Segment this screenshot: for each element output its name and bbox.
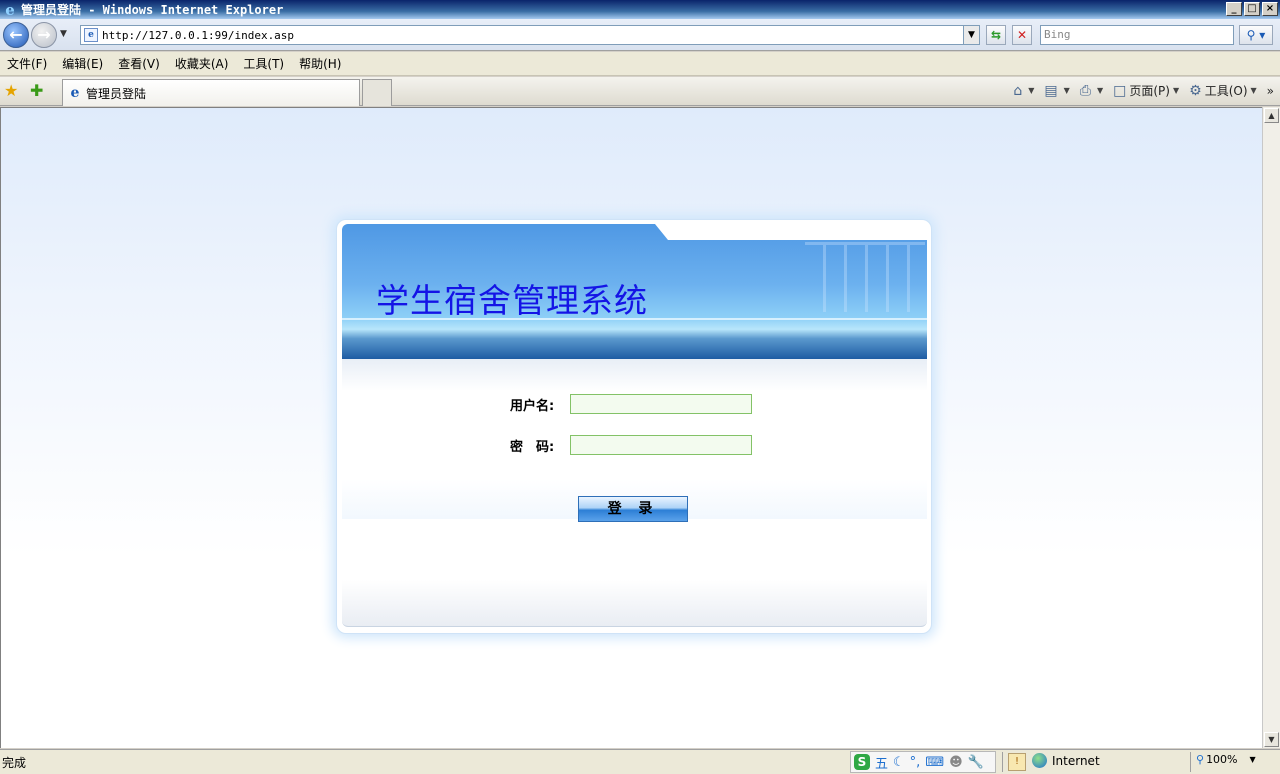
scroll-up-icon[interactable]: ▲: [1264, 108, 1279, 123]
password-row: 密 码:: [510, 435, 752, 455]
back-button[interactable]: ←: [3, 22, 29, 48]
menu-file[interactable]: 文件(F): [7, 55, 47, 72]
command-bar: ⌂ ▼ ▤ ▼ ⎙ ▼ □ 页面(P) ▼ ⚙ 工具(O) ▼ »: [1003, 82, 1274, 99]
username-row: 用户名:: [510, 394, 752, 414]
tools-menu-button[interactable]: ⚙ 工具(O) ▼: [1189, 82, 1257, 99]
home-icon: ⌂: [1013, 82, 1023, 99]
home-button[interactable]: ⌂ ▼: [1013, 83, 1034, 99]
scroll-down-icon[interactable]: ▼: [1264, 732, 1279, 747]
window-title: 管理员登陆 - Windows Internet Explorer: [21, 3, 284, 17]
user-icon[interactable]: ☻: [949, 755, 963, 770]
minimize-button[interactable]: _: [1226, 2, 1242, 16]
address-dropdown-icon[interactable]: ▼: [963, 26, 979, 44]
menu-bar: 文件(F) 编辑(E) 查看(V) 收藏夹(A) 工具(T) 帮助(H): [0, 52, 1280, 76]
bridge-graphic: [805, 242, 925, 312]
menu-help[interactable]: 帮助(H): [299, 55, 341, 72]
zoom-dropdown-icon: ▼: [1249, 755, 1256, 764]
chevron-more-icon[interactable]: »: [1267, 84, 1274, 98]
refresh-button[interactable]: ⇆: [986, 25, 1006, 45]
vertical-scrollbar[interactable]: ▲ ▼: [1262, 107, 1280, 748]
add-favorite-icon[interactable]: ✚: [30, 81, 43, 100]
login-button[interactable]: 登 录: [578, 496, 688, 522]
tab-admin-login[interactable]: e 管理员登陆: [62, 79, 360, 106]
internet-globe-icon: [1032, 753, 1047, 768]
printer-icon: ⎙: [1079, 82, 1091, 99]
zoom-level: 100%: [1206, 753, 1238, 766]
login-panel: 学生宿舍管理系统 用户名: 密 码: 登 录: [336, 219, 932, 634]
print-button[interactable]: ⎙ ▼: [1080, 83, 1103, 99]
panel-footer: [342, 580, 927, 627]
favorites-star-icon[interactable]: ★: [4, 81, 18, 100]
stop-button[interactable]: ✕: [1012, 25, 1032, 45]
forward-button[interactable]: →: [31, 22, 57, 48]
recent-pages-dropdown[interactable]: ▼: [60, 29, 67, 39]
address-url[interactable]: http://127.0.0.1:99/index.asp: [102, 29, 294, 42]
menu-edit[interactable]: 编辑(E): [62, 55, 103, 72]
favorites-tab-bar: ★ ✚ e 管理员登陆 ⌂ ▼ ▤ ▼ ⎙ ▼ □ 页面(P) ▼ ⚙ 工具(O) ▼ »: [0, 77, 1280, 106]
system-title: 学生宿舍管理系统: [376, 281, 648, 320]
window-titlebar: e 管理员登陆 - Windows Internet Explorer _ □ …: [0, 0, 1280, 19]
menu-view[interactable]: 查看(V): [118, 55, 160, 72]
page-icon: □: [1113, 82, 1127, 99]
menu-favorites[interactable]: 收藏夹(A): [175, 55, 229, 72]
address-toolbar: ← → ▼ e http://127.0.0.1:99/index.asp ▼ …: [0, 19, 1280, 51]
search-input[interactable]: Bing: [1040, 25, 1234, 45]
zone-label: Internet: [1052, 753, 1100, 768]
new-tab-button[interactable]: [362, 79, 392, 106]
page-menu-button[interactable]: □ 页面(P) ▼: [1113, 82, 1179, 99]
username-label: 用户名:: [510, 398, 555, 414]
password-label: 密 码:: [510, 439, 555, 455]
sogou-icon[interactable]: S: [854, 754, 870, 770]
ie-tab-icon: e: [70, 85, 80, 101]
zoom-control[interactable]: ⚲ 100% ▼: [1196, 753, 1256, 766]
status-text: 完成: [2, 755, 27, 770]
menu-tools[interactable]: 工具(T): [243, 55, 284, 72]
zoom-icon: ⚲: [1196, 753, 1205, 766]
username-input[interactable]: [570, 394, 752, 414]
window-controls: _ □ ×: [1226, 2, 1278, 16]
ime-mode-label[interactable]: 五: [875, 753, 888, 772]
moon-icon[interactable]: ☾: [893, 755, 905, 770]
rss-icon: ▤: [1044, 82, 1058, 99]
tab-label: 管理员登陆: [86, 86, 147, 101]
maximize-button[interactable]: □: [1244, 2, 1260, 16]
address-field[interactable]: e http://127.0.0.1:99/index.asp ▼: [80, 25, 980, 45]
search-button[interactable]: ⚲ ▾: [1239, 25, 1273, 45]
gear-icon: ⚙: [1189, 82, 1202, 99]
page-content: 学生宿舍管理系统 用户名: 密 码: 登 录: [0, 107, 1262, 748]
punctuation-icon[interactable]: °,: [910, 755, 921, 770]
page-icon: e: [84, 28, 98, 42]
ie-logo-icon: e: [5, 0, 15, 19]
login-banner: 学生宿舍管理系统: [342, 224, 927, 359]
protected-mode-icon[interactable]: !: [1008, 753, 1026, 771]
close-window-button[interactable]: ×: [1262, 2, 1278, 16]
status-bar: 完成 S 五 ☾ °, ⌨ ☻ 🔧 ! Internet ⚲ 100% ▼: [0, 749, 1280, 774]
wrench-icon[interactable]: 🔧: [968, 755, 984, 770]
feeds-button[interactable]: ▤ ▼: [1044, 83, 1069, 99]
ime-toolbar: S 五 ☾ °, ⌨ ☻ 🔧: [850, 751, 996, 773]
security-zone[interactable]: Internet: [1032, 753, 1100, 768]
keyboard-icon[interactable]: ⌨: [925, 755, 944, 770]
password-input[interactable]: [570, 435, 752, 455]
